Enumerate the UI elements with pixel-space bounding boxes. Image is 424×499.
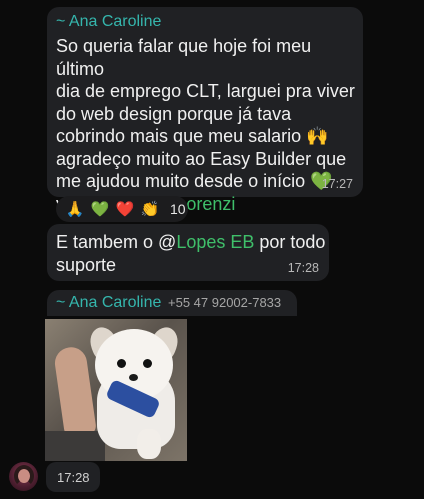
message-fragment: E tambem o	[56, 232, 159, 252]
mention-at: @	[158, 232, 177, 252]
reactions-bar[interactable]: 🙏 💚 ❤️ 👏 10	[56, 196, 188, 222]
sleeve-shape	[45, 431, 105, 461]
message-line: do web design porque já tava	[56, 103, 292, 124]
dog-photo-image[interactable]	[45, 319, 187, 461]
message-time: 17:28	[287, 261, 319, 275]
message-time: 17:27	[321, 177, 353, 191]
clap-reaction-icon[interactable]: 👏	[139, 198, 161, 220]
message-bubble[interactable]: 17:28	[46, 462, 100, 492]
message-bubble[interactable]: ~ Ana Caroline So queria falar que hoje …	[47, 7, 363, 214]
message-bubble[interactable]: E tambem o @Lopes EB por todo suporte 17…	[47, 224, 329, 281]
sender-avatar[interactable]	[9, 462, 38, 491]
message-line: dia de emprego CLT, larguei pra viver	[56, 81, 355, 101]
dog-eye-shape	[143, 359, 152, 368]
sender-phone: +55 47 92002-7833	[168, 295, 282, 310]
message-line: suporte	[56, 254, 117, 275]
mention-link[interactable]: Lopes EB	[176, 232, 254, 252]
message-time: 17:28	[57, 470, 90, 485]
message-line: So queria falar que hoje foi meu último	[56, 36, 312, 79]
message-header: ~ Ana Caroline +55 47 92002-7833	[47, 290, 297, 316]
avatar-hair-shape	[14, 465, 34, 487]
message-line: me ajudou muito desde o início 💚	[56, 171, 333, 191]
message-line: cobrindo mais que meu salario 🙌	[56, 126, 329, 146]
dog-eye-shape	[117, 359, 126, 368]
message-fragment: por todo	[254, 232, 326, 252]
message-line: agradeço muito ao Easy Builder que	[56, 148, 347, 169]
reaction-count: 10	[170, 201, 186, 217]
message-text: So queria falar que hoje foi meu último …	[56, 35, 361, 215]
pray-reaction-icon[interactable]: 🙏	[64, 198, 86, 220]
green-heart-reaction-icon[interactable]: 💚	[89, 198, 111, 220]
dog-nose-shape	[129, 374, 138, 381]
sender-name[interactable]: ~ Ana Caroline	[56, 293, 161, 313]
red-heart-reaction-icon[interactable]: ❤️	[114, 198, 136, 220]
sender-name[interactable]: ~ Ana Caroline	[56, 12, 161, 32]
chat-view: ~ Ana Caroline So queria falar que hoje …	[0, 0, 424, 499]
dog-paw-shape	[137, 429, 161, 459]
